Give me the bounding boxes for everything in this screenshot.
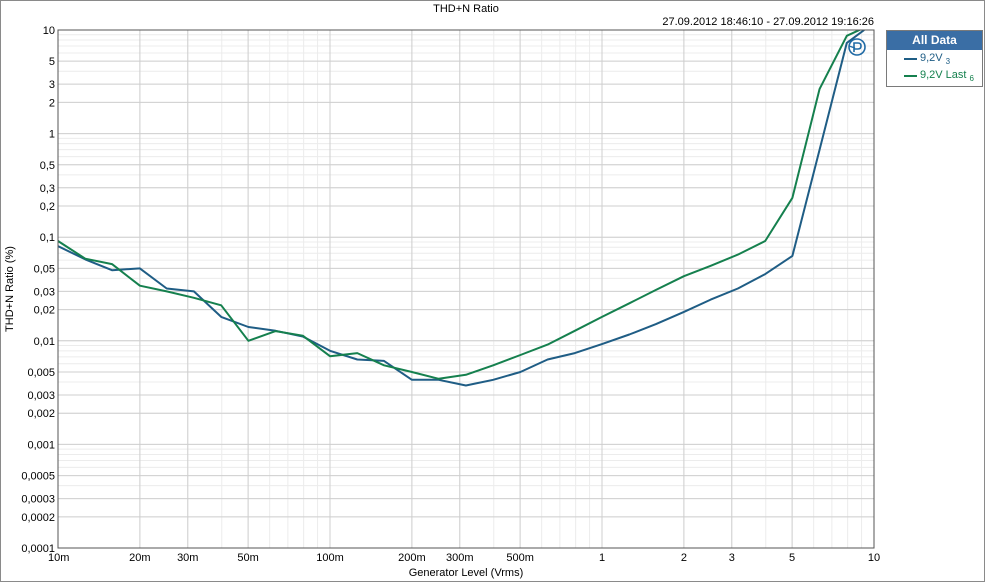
x-tick-label: 20m [129,552,150,564]
legend-item-label: 9,2V [920,52,943,64]
series-line-1[interactable] [58,30,865,387]
y-tick-label: 2 [49,97,55,109]
x-tick-label: 30m [177,552,198,564]
legend-item-sub: 3 [945,57,951,66]
y-tick-label: 0,5 [40,160,55,172]
y-tick-label: 0,02 [34,305,55,317]
x-tick-label: 5 [789,552,795,564]
x-axis-label: Generator Level (Vrms) [409,567,524,579]
y-tick-label: 0,3 [40,183,55,195]
tick-labels: 10m 20m 30m 50m 100m 200m 300m 500m 1 2 3 5 10105321… [21,25,880,564]
legend-swatch [904,58,917,60]
y-tick-label: 0,003 [27,390,55,402]
thdn-chart: 10m 20m 30m 50m 100m 200m 300m 500m 1 2 3 5 10105321… [4,3,880,579]
y-tick-label: 0,005 [27,367,55,379]
y-tick-label: 0,03 [34,286,55,298]
y-tick-label: 0,002 [27,408,55,420]
y-tick-label: 0,0001 [21,543,55,555]
legend-header[interactable]: All Data [887,31,982,50]
legend-item-label: 9,2V Last [920,69,967,81]
series-lines[interactable] [58,28,865,387]
x-tick-label: 50m [237,552,258,564]
y-tick-label: 0,0002 [21,512,55,524]
chart-title: THD+N Ratio [433,3,499,15]
x-tick-label: 200m [398,552,426,564]
y-tick-label: 5 [49,56,55,68]
series-line-2[interactable] [58,28,864,380]
y-tick-label: 1 [49,129,55,141]
x-tick-label: 10 [868,552,880,564]
y-tick-label: 10 [43,25,55,37]
legend-item-sub: 6 [969,74,974,83]
graph-window: 10m 20m 30m 50m 100m 200m 300m 500m 1 2 3 5 10 10 5 3 2 1… [0,0,985,582]
y-tick-label: 0,1 [40,232,55,244]
y-tick-label: 0,0005 [21,471,55,483]
legend-item-9v2-last-6[interactable]: 9,2V Last 6 [887,67,982,84]
y-tick-label: 0,001 [27,439,55,451]
x-tick-label: 100m [316,552,344,564]
y-tick-label: 0,01 [34,336,55,348]
legend-item-9v2-3[interactable]: 9,2V 3 [887,50,982,67]
x-tick-label: 300m [446,552,474,564]
x-tick-label: 2 [681,552,687,564]
y-axis-label: THD+N Ratio (%) [4,246,16,332]
legend-swatch [904,75,917,77]
y-tick-label: 0,0003 [21,494,55,506]
legend[interactable]: All Data 9,2V 3 9,2V Last 6 [886,30,983,87]
x-tick-label: 3 [729,552,735,564]
x-tick-label: 500m [506,552,534,564]
y-tick-label: 3 [49,79,55,91]
y-tick-label: 0,2 [40,201,55,213]
time-range: 27.09.2012 18:46:10 - 27.09.2012 19:16:2… [662,16,874,28]
y-tick-label: 0,05 [34,263,55,275]
x-tick-label: 1 [599,552,605,564]
